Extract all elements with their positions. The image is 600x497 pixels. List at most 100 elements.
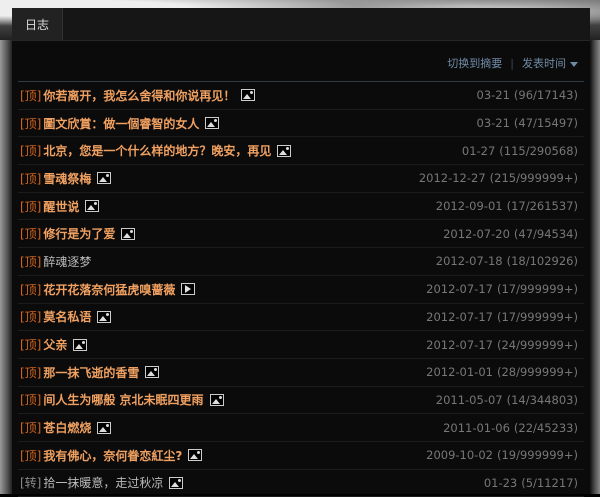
post-title-link[interactable]: 莫名私语 bbox=[43, 308, 91, 325]
post-date: 2012-07-17 bbox=[426, 309, 493, 324]
post-date: 01-27 bbox=[461, 143, 496, 158]
post-item: [顶] 你若离开，我怎么舍得和你说再见！ 03-21 (96/17143) bbox=[18, 82, 584, 110]
post-stats: (115/290568) bbox=[499, 143, 578, 158]
post-title-link[interactable]: 修行是为了爱 bbox=[43, 225, 115, 242]
post-tag: [顶] bbox=[20, 199, 42, 214]
post-date: 2012-09-01 bbox=[435, 199, 503, 214]
image-icon bbox=[73, 338, 88, 351]
post-stats: (17/999999+) bbox=[496, 309, 578, 324]
image-icon bbox=[97, 172, 112, 185]
post-date: 2012-01-01 bbox=[426, 365, 493, 380]
image-icon bbox=[145, 366, 160, 379]
image-icon bbox=[121, 227, 136, 240]
post-item: [顶] 北京，您是一个什么样的地方？晚安，再见 01-27 (115/290568… bbox=[18, 137, 584, 166]
post-item: [顶] 那一抹飞逝的香雪 2012-01-01 (28/999999+) bbox=[18, 359, 584, 387]
switch-to-summary-link[interactable]: 切换到摘要 bbox=[447, 55, 502, 71]
post-meta: 2012-09-01 (17/261537) bbox=[436, 199, 578, 213]
post-item: [顶] 圖文欣賞：做一個睿智的女人 03-21 (47/15497) bbox=[18, 110, 584, 138]
post-title-link[interactable]: 雪魂祭梅 bbox=[43, 170, 91, 187]
post-meta: 01-27 (115/290568) bbox=[462, 144, 578, 158]
image-icon bbox=[169, 476, 184, 489]
post-tag: [顶] bbox=[20, 116, 42, 131]
post-title-link[interactable]: 醉魂逐梦 bbox=[43, 253, 91, 270]
post-title-link[interactable]: 醒世说 bbox=[43, 198, 79, 215]
post-meta: 01-23 (5/11217) bbox=[484, 476, 578, 490]
post-item: [顶] 莫名私语 2012-07-17 (17/999999+) bbox=[18, 304, 584, 332]
post-title-link[interactable]: 花开花落奈何猛虎嗅蔷薇 bbox=[43, 281, 175, 298]
post-tag: [顶] bbox=[20, 310, 42, 325]
image-icon bbox=[241, 89, 256, 102]
post-title-link[interactable]: 间人生为哪般 京北未眠四更雨 bbox=[43, 391, 203, 408]
image-icon bbox=[85, 200, 100, 213]
post-item: [顶] 间人生为哪般 京北未眠四更雨 2011-05-07 (14/344803) bbox=[18, 387, 584, 415]
post-tag: [顶] bbox=[20, 421, 42, 436]
post-date: 2012-07-18 bbox=[435, 254, 503, 269]
image-icon bbox=[277, 144, 292, 157]
tab-blog[interactable]: 日志 bbox=[12, 8, 63, 40]
post-item: [顶] 花开花落奈何猛虎嗅蔷薇 2012-07-17 (17/999999+) bbox=[18, 276, 584, 304]
post-list: [顶] 你若离开，我怎么舍得和你说再见！ 03-21 (96/17143) [顶]… bbox=[12, 82, 590, 497]
post-stats: (96/17143) bbox=[513, 88, 578, 103]
background-edge-right bbox=[590, 40, 600, 494]
post-date: 01-23 bbox=[483, 475, 518, 490]
post-title-link[interactable]: 那一抹飞逝的香雪 bbox=[43, 364, 139, 381]
post-item: [顶] 父亲 2012-07-17 (24/999999+) bbox=[18, 331, 584, 359]
chevron-down-icon bbox=[570, 61, 578, 67]
post-title-link[interactable]: 我有佛心，奈何眷恋紅尘? bbox=[43, 447, 182, 464]
post-date: 2011-05-07 bbox=[435, 392, 503, 407]
toolbar-links: 切换到摘要 | 发表时间 bbox=[447, 55, 578, 71]
post-item: [顶] 醒世说 2012-09-01 (17/261537) bbox=[18, 193, 584, 221]
post-title-link[interactable]: 你若离开，我怎么舍得和你说再见！ bbox=[43, 87, 235, 104]
post-title-link[interactable]: 拾一抹暖意，走过秋凉 bbox=[43, 474, 163, 491]
post-date: 2011-01-06 bbox=[443, 420, 510, 435]
video-icon bbox=[181, 283, 196, 296]
list-toolbar: 切换到摘要 | 发表时间 bbox=[18, 41, 584, 82]
post-tag: [顶] bbox=[20, 393, 42, 408]
post-tag: [顶] bbox=[20, 227, 42, 242]
post-stats: (47/94534) bbox=[513, 226, 578, 241]
post-item: [转] 拾一抹暖意，走过秋凉 01-23 (5/11217) bbox=[18, 470, 584, 497]
background-edge-left bbox=[0, 40, 12, 494]
tab-bar: 日志 bbox=[12, 8, 590, 41]
post-tag: [顶] bbox=[20, 171, 42, 186]
post-tag: [顶] bbox=[20, 282, 42, 297]
post-stats: (17/261537) bbox=[506, 199, 578, 214]
post-meta: 2011-05-07 (14/344803) bbox=[436, 393, 578, 407]
post-stats: (22/45233) bbox=[513, 420, 578, 435]
post-stats: (5/11217) bbox=[521, 475, 578, 490]
post-title-link[interactable]: 父亲 bbox=[43, 336, 67, 353]
post-stats: (14/344803) bbox=[506, 392, 578, 407]
sort-label: 发表时间 bbox=[522, 57, 566, 70]
image-icon bbox=[97, 310, 112, 323]
post-tag: [顶] bbox=[20, 144, 42, 159]
post-tag: [顶] bbox=[20, 365, 42, 380]
post-title-link[interactable]: 圖文欣賞：做一個睿智的女人 bbox=[43, 115, 199, 132]
post-meta: 03-21 (96/17143) bbox=[477, 88, 579, 102]
post-meta: 2012-01-01 (28/999999+) bbox=[426, 365, 578, 379]
post-meta: 2012-07-17 (17/999999+) bbox=[426, 310, 578, 324]
post-stats: (47/15497) bbox=[513, 116, 578, 131]
sort-by-time-dropdown[interactable]: 发表时间 bbox=[522, 55, 578, 71]
post-title-link[interactable]: 苍白燃烧 bbox=[43, 419, 91, 436]
post-stats: (215/999999+) bbox=[489, 171, 578, 186]
image-icon bbox=[97, 421, 112, 434]
post-title-link[interactable]: 北京，您是一个什么样的地方？晚安，再见 bbox=[43, 142, 271, 159]
post-date: 03-21 bbox=[476, 116, 510, 131]
post-date: 2012-07-17 bbox=[426, 337, 493, 352]
post-date: 2012-12-27 bbox=[418, 171, 486, 186]
post-meta: 2011-01-06 (22/45233) bbox=[443, 421, 578, 435]
image-icon bbox=[209, 393, 224, 406]
post-stats: (19/999999+) bbox=[496, 448, 578, 463]
post-date: 2009-10-02 bbox=[426, 448, 493, 463]
post-tag: [顶] bbox=[20, 254, 42, 269]
post-tag: [顶] bbox=[20, 338, 42, 353]
blog-panel: 日志 切换到摘要 | 发表时间 [顶] 你若离开，我怎么舍得和你说再见！ 03-… bbox=[12, 8, 590, 497]
image-icon bbox=[188, 449, 203, 462]
post-item: [顶] 苍白燃烧 2011-01-06 (22/45233) bbox=[18, 414, 584, 442]
post-date: 03-21 bbox=[476, 88, 510, 103]
post-meta: 2012-07-17 (17/999999+) bbox=[426, 282, 578, 296]
post-tag: [转] bbox=[20, 476, 42, 491]
post-stats: (18/102926) bbox=[506, 254, 578, 269]
post-tag: [顶] bbox=[20, 448, 42, 463]
post-date: 2012-07-20 bbox=[443, 226, 510, 241]
